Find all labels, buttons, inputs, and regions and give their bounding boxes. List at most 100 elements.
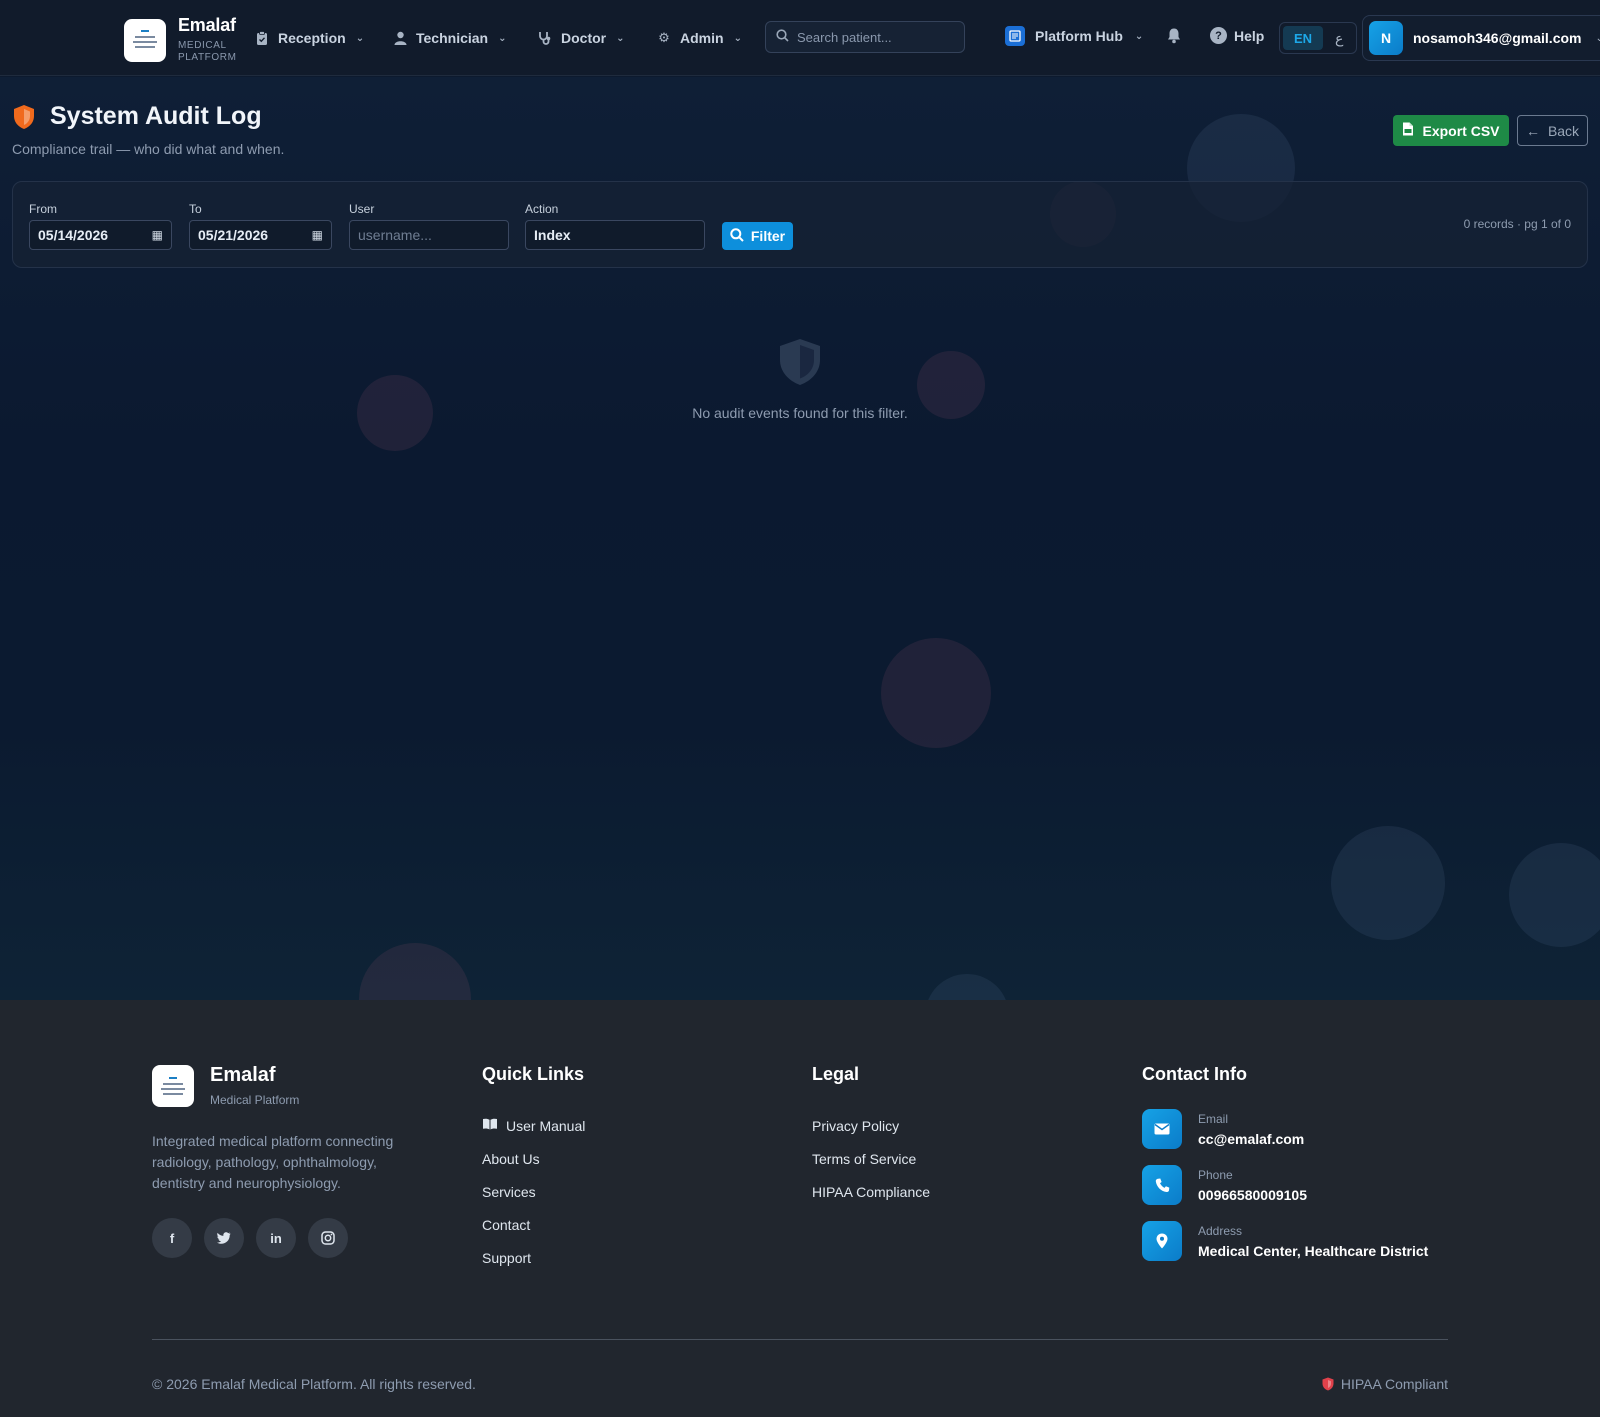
footer-description: Integrated medical platform connecting r… xyxy=(152,1133,394,1191)
nav-doctor[interactable]: Doctor ⌄ xyxy=(537,26,625,50)
action-filter-value: Index xyxy=(534,227,571,243)
footer-link-support[interactable]: Support xyxy=(482,1241,585,1274)
footer-link-services[interactable]: Services xyxy=(482,1175,585,1208)
from-label: From xyxy=(29,202,57,216)
lang-ar-button[interactable]: ع xyxy=(1335,30,1343,47)
footer-link-contact[interactable]: Contact xyxy=(482,1208,585,1241)
brand-tagline: MEDICAL PLATFORM xyxy=(178,40,237,64)
top-navbar: Emalaf MEDICAL PLATFORM Reception ⌄ Tech… xyxy=(0,0,1600,76)
hipaa-badge: HIPAA Compliant xyxy=(1322,1376,1448,1392)
decorative-bubble xyxy=(925,974,1009,1000)
shield-icon xyxy=(780,339,820,385)
user-menu[interactable]: N nosamoh346@gmail.com ⌄ xyxy=(1362,15,1600,61)
action-filter-group: Action Index xyxy=(525,202,705,250)
chevron-down-icon: ⌄ xyxy=(1595,32,1600,44)
user-filter-input[interactable]: username... xyxy=(349,220,509,250)
clipboard-icon xyxy=(254,30,270,46)
patient-search-input[interactable] xyxy=(797,29,947,45)
book-icon xyxy=(482,1118,498,1133)
shield-icon xyxy=(14,104,34,129)
filter-button[interactable]: Filter xyxy=(722,222,793,250)
contact-address: Address Medical Center, Healthcare Distr… xyxy=(1142,1221,1428,1261)
calendar-icon[interactable]: ▦ xyxy=(312,228,323,242)
footer-divider xyxy=(152,1339,1448,1340)
brand[interactable]: Emalaf MEDICAL PLATFORM xyxy=(124,16,237,64)
avatar: N xyxy=(1369,21,1403,55)
user-label: User xyxy=(349,202,375,216)
footer-logo xyxy=(152,1064,194,1107)
page-title: System Audit Log xyxy=(50,102,262,130)
action-filter-input[interactable]: Index xyxy=(525,220,705,250)
contact-email-value[interactable]: cc@emalaf.com xyxy=(1198,1131,1304,1147)
file-csv-icon xyxy=(1402,122,1414,139)
social-links: f in xyxy=(152,1218,422,1258)
from-date-input[interactable]: 05/14/2026 ▦ xyxy=(29,220,172,250)
stethoscope-icon xyxy=(537,30,553,46)
footer-link-hipaa[interactable]: HIPAA Compliance xyxy=(812,1175,930,1208)
gear-icon: ⚙ xyxy=(658,30,670,45)
nav-technician-label: Technician xyxy=(416,30,489,46)
records-summary: 0 records · pg 1 of 0 xyxy=(1463,217,1571,231)
nav-technician[interactable]: Technician ⌄ xyxy=(392,26,506,50)
nav-reception[interactable]: Reception ⌄ xyxy=(254,26,364,50)
instagram-icon[interactable] xyxy=(308,1218,348,1258)
chevron-down-icon: ⌄ xyxy=(355,32,365,44)
contact-address-label: Address xyxy=(1198,1223,1243,1238)
main-content: System Audit Log Compliance trail — who … xyxy=(0,77,1600,1000)
platform-hub-menu[interactable]: Platform Hub ⌄ xyxy=(1005,26,1143,46)
footer-legal: Legal Privacy Policy Terms of Service HI… xyxy=(812,1064,930,1208)
footer-contact: Contact Info Email cc@emalaf.com Phone 0… xyxy=(1142,1064,1428,1277)
to-date-input[interactable]: 05/21/2026 ▦ xyxy=(189,220,332,250)
twitter-icon[interactable] xyxy=(204,1218,244,1258)
calendar-icon[interactable]: ▦ xyxy=(152,228,163,242)
from-date-value: 05/14/2026 xyxy=(38,227,109,243)
to-date-value: 05/21/2026 xyxy=(198,227,269,243)
help-link[interactable]: ? Help xyxy=(1210,27,1264,44)
search-icon xyxy=(730,227,744,245)
chevron-down-icon: ⌄ xyxy=(733,32,742,44)
empty-state-message: No audit events found for this filter. xyxy=(692,405,908,421)
nav-reception-label: Reception xyxy=(278,30,346,46)
back-label: Back xyxy=(1547,122,1580,139)
decorative-bubble xyxy=(1331,826,1445,940)
brand-name: Emalaf xyxy=(178,15,236,35)
footer-link-privacy[interactable]: Privacy Policy xyxy=(812,1109,930,1142)
linkedin-icon[interactable]: in xyxy=(256,1218,296,1258)
filter-button-label: Filter xyxy=(750,228,786,244)
footer-link-terms[interactable]: Terms of Service xyxy=(812,1142,930,1175)
empty-state: No audit events found for this filter. xyxy=(0,337,1600,421)
search-icon xyxy=(776,29,789,45)
brand-tagline-line2: PLATFORM xyxy=(178,52,237,63)
back-button[interactable]: ← Back xyxy=(1517,115,1588,146)
nav-admin[interactable]: ⚙ Admin ⌄ xyxy=(656,26,742,50)
decorative-bubble xyxy=(1509,843,1600,947)
legal-title: Legal xyxy=(812,1064,860,1084)
export-csv-button[interactable]: Export CSV xyxy=(1393,115,1509,146)
footer-brand-column: Emalaf Medical Platform Integrated medic… xyxy=(152,1064,422,1258)
from-date-group: From 05/14/2026 ▦ xyxy=(29,202,172,250)
brand-logo xyxy=(124,18,166,62)
footer: Emalaf Medical Platform Integrated medic… xyxy=(0,1000,1600,1417)
footer-link-user-manual[interactable]: User Manual xyxy=(482,1109,585,1142)
footer-brand-name: Emalaf xyxy=(210,1064,276,1086)
brand-tagline-line1: MEDICAL xyxy=(178,40,227,51)
facebook-icon[interactable]: f xyxy=(152,1218,192,1258)
contact-title: Contact Info xyxy=(1142,1064,1247,1084)
footer-quick-links: Quick Links User Manual About Us Service… xyxy=(482,1064,585,1274)
user-filter-placeholder: username... xyxy=(358,227,432,243)
phone-icon xyxy=(1142,1165,1182,1205)
shield-icon xyxy=(1322,1377,1334,1391)
nav-doctor-label: Doctor xyxy=(561,30,607,46)
copyright: © 2026 Emalaf Medical Platform. All righ… xyxy=(152,1376,476,1392)
chevron-down-icon: ⌄ xyxy=(616,32,625,44)
lang-en-button[interactable]: EN xyxy=(1283,26,1323,50)
question-circle-icon: ? xyxy=(1210,27,1227,44)
filter-panel: From 05/14/2026 ▦ To 05/21/2026 ▦ User u… xyxy=(12,181,1588,268)
footer-brand-sub: Medical Platform xyxy=(210,1093,300,1107)
footer-link-about[interactable]: About Us xyxy=(482,1142,585,1175)
action-label: Action xyxy=(525,202,559,216)
contact-phone-value[interactable]: 00966580009105 xyxy=(1198,1187,1307,1203)
help-label: Help xyxy=(1234,27,1265,44)
patient-search[interactable] xyxy=(765,21,965,53)
bell-icon[interactable] xyxy=(1166,27,1182,49)
